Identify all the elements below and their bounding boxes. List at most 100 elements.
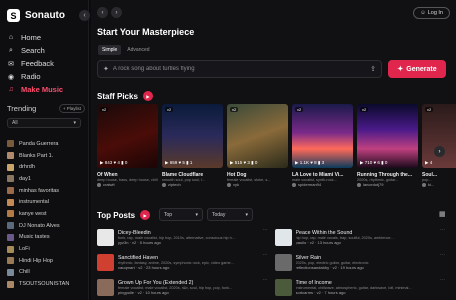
- top-posts-list: Dicey-Bleedin funk, rap, male vocalist, h…: [97, 225, 447, 300]
- cover-art[interactable]: v2 ▶ 1.1K ♥ 8 ▮ 3: [292, 104, 353, 168]
- card-user[interactable]: ki...: [422, 182, 456, 187]
- trending-title: Trending: [7, 104, 37, 113]
- username: lancedotj79: [363, 182, 384, 187]
- post-item[interactable]: Time of Income instrumental, chillwave, a…: [274, 275, 448, 300]
- staff-pick-card[interactable]: v2 ▶ 1.1K ♥ 8 ▮ 3 LA Love to Miami Vi... ma…: [292, 104, 353, 194]
- trending-item[interactable]: day1: [7, 173, 87, 185]
- upload-icon[interactable]: ⇪: [370, 65, 376, 73]
- prompt-input[interactable]: [112, 66, 367, 72]
- playlist-thumbnail: [7, 222, 14, 230]
- trending-item[interactable]: LoFi: [7, 243, 87, 255]
- sidebar-item-radio[interactable]: ◉ Radio: [7, 70, 85, 83]
- sidebar-nav: ⌂ Home ⌕ Search ✉ Feedback ◉ Radio ♫ Make Music: [7, 31, 85, 96]
- collapse-sidebar-icon[interactable]: ‹: [79, 10, 90, 21]
- post-thumbnail[interactable]: [97, 279, 114, 296]
- tab-simple[interactable]: Simple: [98, 45, 122, 55]
- card-user[interactable]: ziptech: [162, 182, 223, 187]
- play-all-icon[interactable]: ▶: [142, 91, 153, 101]
- staff-pick-card[interactable]: v2 ▶ 515 ♥ 3 ▮ 0 Hot Dog female vocalist, s…: [227, 104, 288, 194]
- sort-select[interactable]: Top ▾: [159, 208, 203, 221]
- trending-item-label: minhas favoritas: [19, 187, 60, 194]
- card-user[interactable]: cratwit: [97, 182, 158, 187]
- card-user[interactable]: lancedotj79: [357, 182, 418, 187]
- post-text: Dicey-Bleedin funk, rap, male vocalist, h…: [118, 230, 270, 245]
- trending-item[interactable]: minhas favoritas: [7, 185, 87, 197]
- create-tabs: Simple Advanced: [98, 45, 154, 55]
- trending-item-label: Chill: [19, 269, 30, 276]
- sidebar-item-search[interactable]: ⌕ Search: [7, 44, 85, 57]
- cover-art[interactable]: v2 ▶ 4: [422, 104, 456, 168]
- post-item[interactable]: Sanctified Haven rhythmic, fantasy, anime…: [97, 250, 270, 275]
- sparkle-icon: ✦: [103, 66, 109, 73]
- main-content: ‹ › ☺ Log In Start Your Masterpiece Simp…: [91, 0, 456, 300]
- back-arrow-icon[interactable]: ‹: [97, 7, 108, 18]
- trending-item[interactable]: kanye west: [7, 208, 87, 220]
- more-icon[interactable]: ⋯: [440, 227, 445, 233]
- trending-filter-value: All: [12, 120, 18, 126]
- tab-advanced[interactable]: Advanced: [123, 45, 153, 55]
- staff-pick-card[interactable]: v2 ▶ 710 ♥ 6 ▮ 0 Running Through the... 200…: [357, 104, 418, 194]
- grid-view-icon[interactable]: ▦: [439, 210, 446, 218]
- post-thumbnail[interactable]: [274, 254, 292, 271]
- range-select[interactable]: Today ▾: [207, 208, 253, 221]
- post-text: Silver Rain 2020s, pop, electric guitar, …: [296, 255, 448, 270]
- trending-item[interactable]: Music tastes: [7, 232, 87, 244]
- staff-pick-card[interactable]: v2 ▶ 659 ♥ 5 ▮ 1 Blame Cloudflare smooth so…: [162, 104, 223, 194]
- create-title: Start Your Masterpiece: [97, 27, 195, 37]
- trending-item-label: Music tastes: [19, 234, 50, 241]
- trending-item[interactable]: drhrdh: [7, 161, 87, 173]
- music-icon: ♫: [8, 86, 14, 93]
- next-arrow-icon[interactable]: ›: [434, 146, 445, 157]
- post-thumbnail[interactable]: [274, 229, 292, 246]
- login-button[interactable]: ☺ Log In: [413, 7, 450, 19]
- sidebar-item-feedback[interactable]: ✉ Feedback: [7, 57, 85, 70]
- trending-item[interactable]: Hindi Hip Hop: [7, 255, 87, 267]
- sidebar-item-label: Make Music: [21, 85, 64, 94]
- trending-item[interactable]: instrumental: [7, 196, 87, 208]
- forward-arrow-icon[interactable]: ›: [111, 7, 122, 18]
- playlist-thumbnail: [7, 140, 14, 148]
- trending-header: Trending + Playlist: [7, 104, 85, 113]
- trending-item-label: drhrdh: [19, 164, 35, 171]
- cover-art[interactable]: v2 ▶ 659 ♥ 5 ▮ 1: [162, 104, 223, 168]
- avatar: [422, 182, 426, 187]
- sidebar-item-home[interactable]: ⌂ Home: [7, 31, 85, 44]
- sidebar-item-make-music[interactable]: ♫ Make Music: [7, 83, 85, 96]
- post-item[interactable]: Silver Rain 2020s, pop, electric guitar, …: [274, 250, 448, 275]
- trending-item[interactable]: Blanks Part 1.: [7, 150, 87, 162]
- more-icon[interactable]: ⋯: [263, 227, 268, 233]
- more-icon[interactable]: ⋯: [263, 252, 268, 258]
- more-icon[interactable]: ⋯: [440, 277, 445, 283]
- post-item[interactable]: Grown Up For You (Extended 2) female voca…: [97, 275, 270, 300]
- post-thumbnail[interactable]: [274, 279, 292, 296]
- post-text: Time of Income instrumental, chillwave, a…: [296, 280, 448, 295]
- trending-item-label: DJ Nonato Alves: [19, 222, 60, 229]
- generate-button[interactable]: ✦ Generate: [388, 60, 446, 78]
- trending-item[interactable]: DJ Nonato Alves: [7, 220, 87, 232]
- play-all-icon[interactable]: ▶: [140, 210, 151, 220]
- staff-pick-card[interactable]: v2 ▶ 843 ♥ 4 ▮ 0 Of When deep house, bass, …: [97, 104, 158, 194]
- more-icon[interactable]: ⋯: [263, 277, 268, 283]
- post-thumbnail[interactable]: [97, 254, 114, 271]
- post-meta: cauqmart · v2 · 23 hours ago: [118, 265, 170, 270]
- post-thumbnail[interactable]: [97, 229, 114, 246]
- more-icon[interactable]: ⋯: [440, 252, 445, 258]
- cover-art[interactable]: v2 ▶ 710 ♥ 6 ▮ 0: [357, 104, 418, 168]
- add-playlist-button[interactable]: + Playlist: [58, 104, 85, 113]
- post-item[interactable]: Peace Within the Sound hip hop, rap, male…: [274, 225, 448, 250]
- top-posts-title: Top Posts: [97, 210, 136, 220]
- card-user[interactable]: spiderman94: [292, 182, 353, 187]
- card-user[interactable]: vyk: [227, 182, 288, 187]
- home-icon: ⌂: [8, 34, 14, 41]
- post-item[interactable]: Dicey-Bleedin funk, rap, male vocalist, h…: [97, 225, 270, 250]
- post-row: Grown Up For You (Extended 2) female voca…: [97, 275, 447, 300]
- post-meta: yyz3n · v2 · 5 hours ago: [118, 240, 161, 245]
- login-label: Log In: [427, 10, 443, 16]
- trending-item[interactable]: Panda Guerrera: [7, 138, 87, 150]
- trending-filter-select[interactable]: All ▾: [7, 118, 81, 128]
- trending-item[interactable]: Chill: [7, 267, 87, 279]
- cover-art[interactable]: v2 ▶ 843 ♥ 4 ▮ 0: [97, 104, 158, 168]
- cover-art[interactable]: v2 ▶ 515 ♥ 3 ▮ 0: [227, 104, 288, 168]
- logo[interactable]: S Sonauto: [7, 9, 65, 22]
- trending-item[interactable]: TSOUTSOUNISTAN: [7, 278, 87, 290]
